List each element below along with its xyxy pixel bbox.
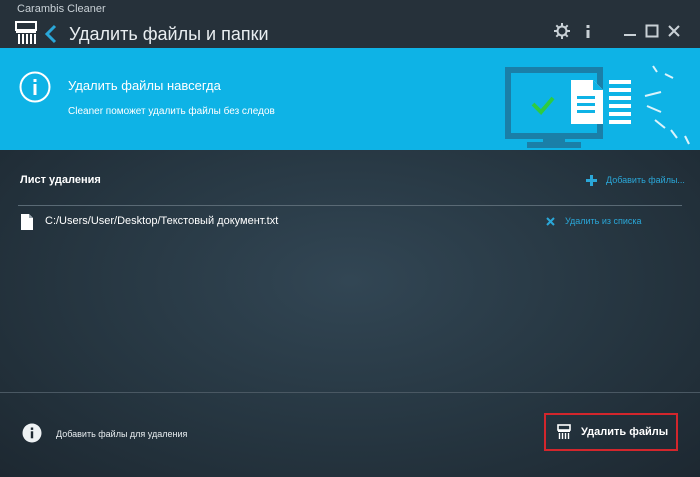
monitor-illustration-icon (505, 65, 690, 148)
shredder-icon (557, 424, 571, 439)
maximize-icon[interactable] (643, 22, 661, 40)
info-banner: Удалить файлы навсегда Cleaner поможет у… (0, 48, 700, 150)
footer-hint: Добавить файлы для удаления (56, 429, 188, 439)
list-divider (18, 205, 682, 206)
info-circle-icon (22, 423, 42, 443)
delete-files-button[interactable]: Удалить файлы (544, 413, 678, 451)
banner-description: Cleaner поможет удалить файлы без следов (68, 106, 275, 117)
plus-icon (586, 174, 597, 186)
remove-from-list-button[interactable]: Удалить из списка (546, 216, 642, 226)
add-files-label: Добавить файлы... (606, 175, 685, 185)
deletion-list-panel: Лист удаления Добавить файлы... C:/Users… (0, 150, 700, 477)
back-arrow-icon[interactable] (43, 24, 59, 44)
app-name: Carambis Cleaner (17, 3, 106, 15)
file-icon (21, 214, 33, 230)
list-title: Лист удаления (20, 174, 101, 186)
info-circle-icon (19, 71, 51, 103)
gear-icon[interactable] (553, 22, 571, 40)
list-item[interactable]: C:/Users/User/Desktop/Текстовый документ… (18, 212, 682, 234)
delete-files-label: Удалить файлы (581, 426, 669, 438)
banner-title: Удалить файлы навсегда (68, 78, 221, 93)
close-icon (546, 216, 555, 226)
title-bar: Carambis Cleaner Удалить файлы и папки (0, 0, 700, 48)
minimize-icon[interactable] (621, 22, 639, 40)
page-title: Удалить файлы и папки (69, 24, 269, 44)
footer-divider (0, 392, 700, 393)
shredder-logo-icon (15, 21, 37, 44)
file-path: C:/Users/User/Desktop/Текстовый документ… (45, 215, 279, 227)
remove-from-list-label: Удалить из списка (565, 216, 642, 226)
close-icon[interactable] (665, 22, 683, 40)
add-files-button[interactable]: Добавить файлы... (586, 172, 685, 188)
info-icon[interactable] (579, 22, 597, 40)
